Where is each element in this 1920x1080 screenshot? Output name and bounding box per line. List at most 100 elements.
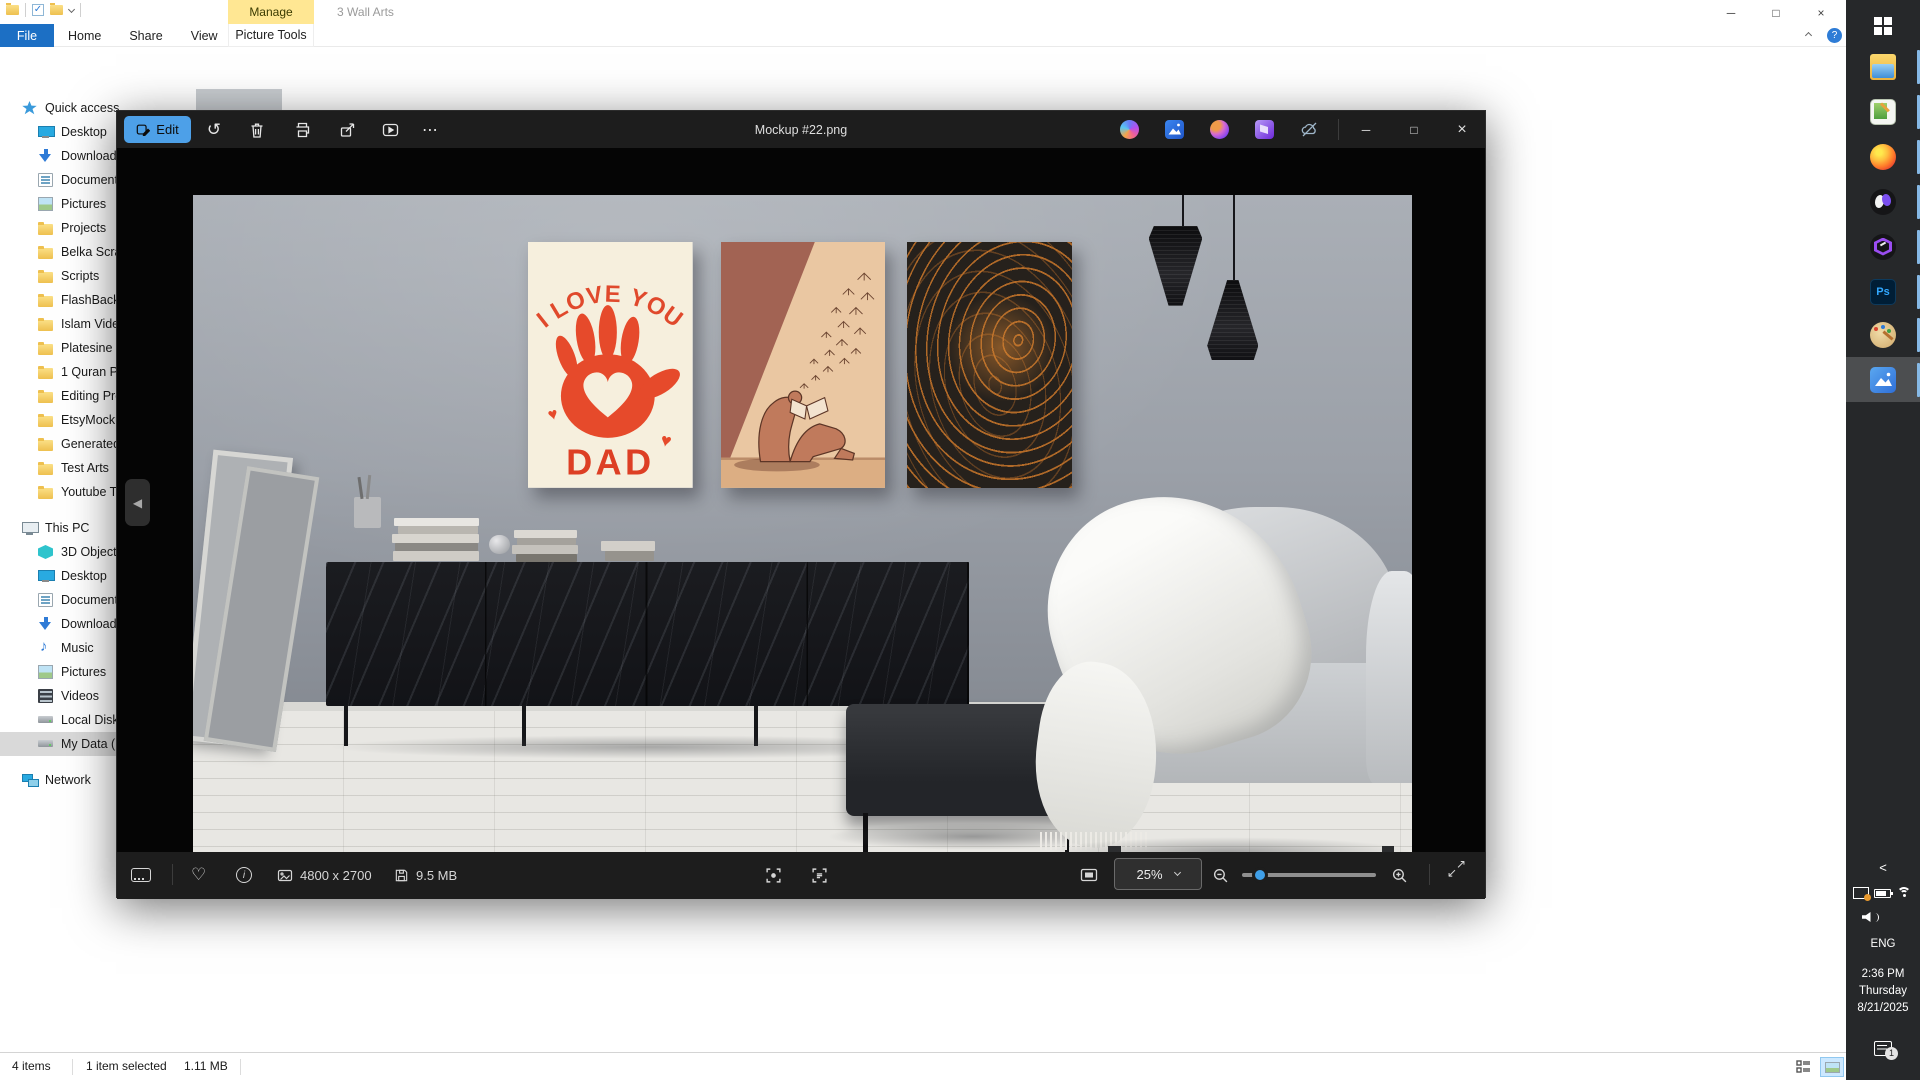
selected-count: 1 item selected [86,1059,167,1073]
taskbar-image-editor[interactable] [1846,89,1920,134]
zoom-out-button[interactable] [1212,863,1229,887]
clock-time[interactable]: 2:36 PM [1846,968,1920,980]
taskbar-photos-app[interactable] [1846,357,1920,402]
tab-picture-tools[interactable]: Picture Tools [228,24,314,47]
qat-customize-chevron-icon[interactable] [68,5,75,12]
folder-icon[interactable] [6,5,19,15]
tab-share[interactable]: Share [115,24,176,47]
book [605,551,654,561]
explorer-window-title: 3 Wall Arts [337,5,394,19]
document-icon [38,173,53,187]
fullscreen-button[interactable]: ↗ ↙ [1447,863,1469,885]
document-icon [38,593,53,607]
folder-icon [38,416,53,427]
clipchamp-icon[interactable] [1255,120,1274,139]
photos-ai-icon[interactable] [1165,120,1184,139]
floppy-disk-icon [394,868,409,883]
picture-icon [38,665,53,679]
start-button[interactable] [1846,3,1920,48]
film-icon [38,689,53,703]
taskbar-file-explorer[interactable] [1846,44,1920,89]
taskbar-paint-app[interactable] [1846,312,1920,357]
photo-canvas[interactable]: I LOVE YOU ♥ ♥ DAD [193,195,1412,874]
book [516,554,577,562]
properties-check-icon[interactable]: ✓ [32,4,44,16]
folder-icon [38,296,53,307]
credenza [326,562,970,706]
tray-expand-button[interactable]: < [1846,860,1920,875]
zoom-in-button[interactable] [1391,863,1408,887]
poster-reader-birds [721,242,886,488]
music-icon [38,641,53,655]
help-button[interactable]: ? [1827,28,1842,43]
info-button[interactable]: i [236,863,252,887]
this-pc-icon [22,521,37,535]
items-count: 4 items [12,1059,51,1073]
text-extract-button[interactable] [811,863,828,887]
filmstrip-icon [131,868,151,882]
tab-file[interactable]: File [0,24,54,47]
print-icon[interactable] [291,119,313,141]
photos-close-button[interactable]: × [1439,111,1485,148]
explorer-maximize-button[interactable]: □ [1754,0,1798,26]
edit-button[interactable]: Edit [124,116,191,143]
slideshow-icon[interactable] [379,119,401,141]
copilot-icon[interactable] [1120,120,1139,139]
tab-home[interactable]: Home [54,24,115,47]
photos-app-window: Edit ↺ ⋯ Mockup #22.png [116,110,1486,898]
brush-cup [354,497,381,528]
designer-icon[interactable] [1210,120,1229,139]
tab-manage[interactable]: Manage [228,0,314,24]
image-icon [277,868,293,883]
action-center-button[interactable]: 1 [1846,1030,1920,1066]
taskbar-firefox[interactable] [1846,134,1920,179]
photos-titlebar[interactable]: Edit ↺ ⋯ Mockup #22.png [117,111,1485,148]
zoom-level-dropdown[interactable]: 25% [1114,858,1202,890]
language-indicator[interactable]: ENG [1846,938,1920,950]
photos-maximize-button[interactable]: □ [1391,111,1437,148]
thumbnail-view-icon [1825,1062,1840,1073]
volume-icon[interactable] [1846,906,1920,928]
filmstrip-toggle-button[interactable] [131,863,151,887]
previous-photo-button[interactable]: ◀ [125,479,150,526]
selected-size: 1.11 MB [184,1059,228,1073]
clock-date: 8/21/2025 [1846,1002,1920,1014]
book [514,530,577,537]
taskbar-hexagon-app[interactable] [1846,224,1920,269]
battery-icon[interactable] [1874,889,1891,898]
tab-view[interactable]: View [177,24,232,47]
display-tray-icon[interactable] [1853,887,1869,899]
cube-icon [38,545,53,559]
taskbar-dark-purple-app[interactable] [1846,179,1920,224]
folder-icon [38,368,53,379]
book [395,543,478,552]
explorer-close-button[interactable]: × [1799,0,1843,26]
folder-icon [38,224,53,235]
favorite-button[interactable]: ♡ [191,863,206,887]
more-options-icon[interactable]: ⋯ [419,119,441,141]
zoom-slider-thumb[interactable] [1252,867,1268,883]
new-folder-icon[interactable] [50,5,63,15]
taskbar-photoshop[interactable]: Ps [1846,269,1920,314]
zoom-slider[interactable] [1242,873,1376,877]
wifi-icon[interactable] [1896,887,1914,900]
explorer-minimize-button[interactable]: ─ [1709,0,1753,26]
share-icon[interactable] [336,119,358,141]
lamp-cord [1233,195,1235,283]
lamp-cord [1182,195,1184,229]
collapse-ribbon-chevron-icon[interactable] [1806,30,1811,41]
onedrive-offline-icon[interactable] [1300,120,1319,139]
delete-icon[interactable] [246,119,268,141]
address-row: ← → ↑ › This PC › My Data (F:) [0,47,1846,76]
details-view-button[interactable] [1792,1057,1816,1077]
rotate-icon[interactable]: ↺ [203,119,225,141]
glass-ball [489,535,510,555]
photos-minimize-button[interactable]: ─ [1343,111,1389,148]
folder-icon [38,488,53,499]
poster-dad-handprint: I LOVE YOU ♥ ♥ DAD [528,242,693,488]
visual-search-button[interactable] [765,863,782,887]
book [517,538,576,545]
thumbnail-view-button[interactable] [1820,1057,1844,1077]
tray-icons [1846,882,1920,904]
actual-size-button[interactable] [1080,863,1098,887]
